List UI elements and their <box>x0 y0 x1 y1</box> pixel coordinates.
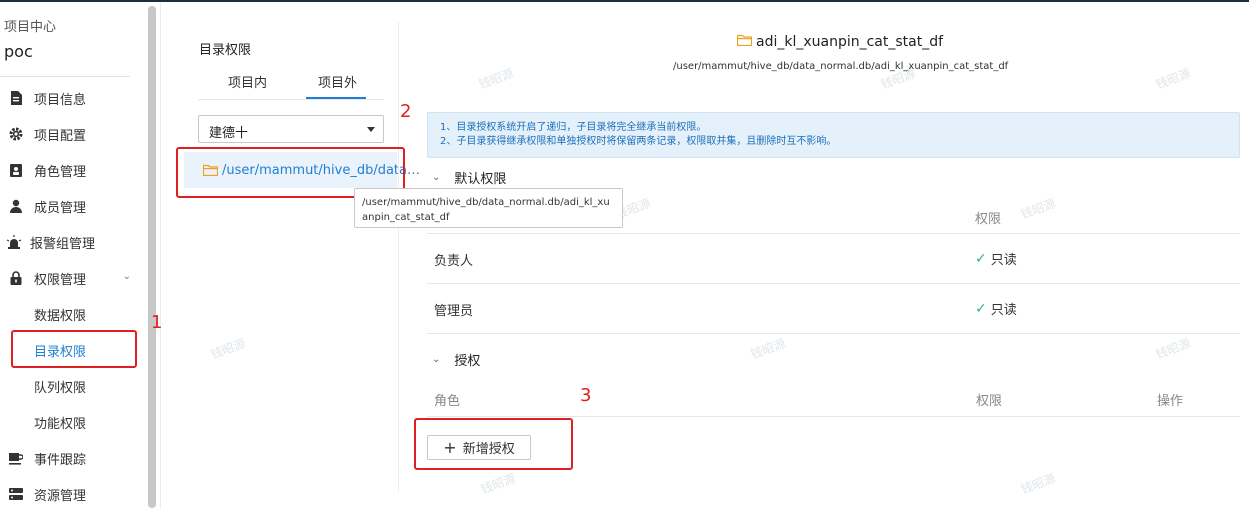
path-tooltip: /user/mammut/hive_db/data_normal.db/adi_… <box>354 188 623 228</box>
permission-cell: ✓ 只读 <box>975 249 1017 269</box>
dropdown-arrow-icon <box>367 127 375 132</box>
directory-permission-title: 目录权限 <box>199 43 252 58</box>
folder-icon <box>736 34 753 50</box>
menu-item-project-info[interactable]: 项目信息 <box>0 80 145 116</box>
notice-banner: 1、目录授权系统开启了递归，子目录将完全继承当前权限。 2、子目录获得继承权限和… <box>427 112 1240 158</box>
menu-label: 角色管理 <box>34 164 87 180</box>
row-divider <box>427 416 1240 417</box>
role-cell: 负责人 <box>434 254 474 269</box>
active-tab-indicator <box>306 97 366 99</box>
select-value: 建德十 <box>209 126 249 141</box>
column-header-permission: 权限 <box>976 394 1003 409</box>
check-icon: ✓ <box>975 300 987 317</box>
watermark: 钱昭源 <box>476 66 516 92</box>
watermark: 钱昭源 <box>208 336 248 362</box>
project-center-label: 项目中心 <box>4 20 57 35</box>
document-icon <box>8 90 24 106</box>
section-default-permissions[interactable]: ⌄ 默认权限 <box>432 168 506 187</box>
sidebar-scrollbar[interactable] <box>148 6 156 508</box>
menu-item-project-config[interactable]: 项目配置 <box>0 116 145 152</box>
role-cell: 管理员 <box>434 304 474 319</box>
menu-label: 权限管理 <box>34 272 87 288</box>
annotation-number-2: 2 <box>400 101 412 122</box>
annotation-box-1 <box>11 330 137 368</box>
menu-item-role-management[interactable]: 角色管理 <box>0 152 145 188</box>
annotation-box-3 <box>414 418 573 470</box>
watermark: 钱昭源 <box>1153 336 1193 362</box>
permission-cell: ✓ 只读 <box>975 299 1017 319</box>
chevron-down-icon: ⌄ <box>432 172 441 183</box>
directory-path: /user/mammut/hive_db/data_normal.db/adi_… <box>673 61 1009 72</box>
menu-label: 事件跟踪 <box>34 452 87 468</box>
watermark: 钱昭源 <box>1153 66 1193 92</box>
annotation-number-3: 3 <box>580 385 592 406</box>
column-header-permission: 权限 <box>975 212 1002 227</box>
menu-item-event-tracking[interactable]: 事件跟踪 <box>0 440 145 476</box>
panel-border <box>398 22 399 492</box>
section-label: 默认权限 <box>454 172 507 187</box>
menu-label: 资源管理 <box>34 488 87 504</box>
cup-icon <box>8 450 24 466</box>
server-icon <box>8 486 24 502</box>
watermark: 钱昭源 <box>1018 471 1058 497</box>
row-divider <box>427 233 1240 234</box>
watermark: 钱昭源 <box>478 471 518 497</box>
watermark: 钱昭源 <box>748 336 788 362</box>
row-divider <box>427 333 1240 334</box>
directory-title-text: adi_kl_xuanpin_cat_stat_df <box>756 34 944 50</box>
top-border <box>0 0 1249 2</box>
directory-title: adi_kl_xuanpin_cat_stat_df <box>736 34 944 50</box>
row-divider <box>427 283 1240 284</box>
menu-item-resource-management[interactable]: 资源管理 <box>0 476 145 508</box>
permission-value: 只读 <box>990 303 1017 318</box>
watermark: 钱昭源 <box>1018 196 1058 222</box>
submenu-item-data-permission[interactable]: 数据权限 <box>34 296 86 332</box>
column-header-operation: 操作 <box>1157 394 1184 409</box>
menu-item-alarm-group[interactable]: 报警组管理 <box>0 224 145 260</box>
project-select[interactable]: 建德十 <box>198 115 384 143</box>
annotation-number-1: 1 <box>151 312 163 333</box>
chevron-down-icon: ⌄ <box>432 354 441 365</box>
sidebar-border <box>160 2 161 508</box>
permission-value: 只读 <box>990 253 1017 268</box>
tab-bar: 项目内 项目外 <box>198 64 384 100</box>
menu-label: 项目配置 <box>34 128 87 144</box>
alarm-icon <box>6 234 22 250</box>
project-name: poc <box>4 42 33 61</box>
tab-inside-project[interactable]: 项目内 <box>228 72 267 91</box>
submenu-item-queue-permission[interactable]: 队列权限 <box>34 368 86 404</box>
menu-label: 报警组管理 <box>30 236 96 252</box>
badge-icon <box>8 162 24 178</box>
divider <box>0 76 130 77</box>
lock-icon <box>8 270 24 286</box>
submenu-item-function-permission[interactable]: 功能权限 <box>34 404 86 440</box>
chevron-down-icon: ⌄ <box>122 271 131 282</box>
notice-line-1: 1、目录授权系统开启了递归，子目录将完全继承当前权限。 <box>440 122 707 133</box>
menu-label: 项目信息 <box>34 92 87 108</box>
section-grant[interactable]: ⌄ 授权 <box>432 350 480 369</box>
section-label: 授权 <box>454 354 481 369</box>
notice-line-2: 2、子目录获得继承权限和单独授权时将保留两条记录，权限取并集，且删除时互不影响。 <box>440 136 837 147</box>
tab-outside-project[interactable]: 项目外 <box>318 72 357 91</box>
user-icon <box>8 198 24 214</box>
menu-item-permission-management[interactable]: 权限管理 ⌄ <box>0 260 145 296</box>
sidebar: 项目中心 poc 项目信息 项目配置 角色管理 成员管理 报警组管理 权限管理 … <box>0 2 160 508</box>
gear-icon <box>8 126 24 142</box>
column-header-role: 角色 <box>434 394 461 409</box>
menu-label: 成员管理 <box>34 200 87 216</box>
check-icon: ✓ <box>975 250 987 267</box>
menu-item-member-management[interactable]: 成员管理 <box>0 188 145 224</box>
